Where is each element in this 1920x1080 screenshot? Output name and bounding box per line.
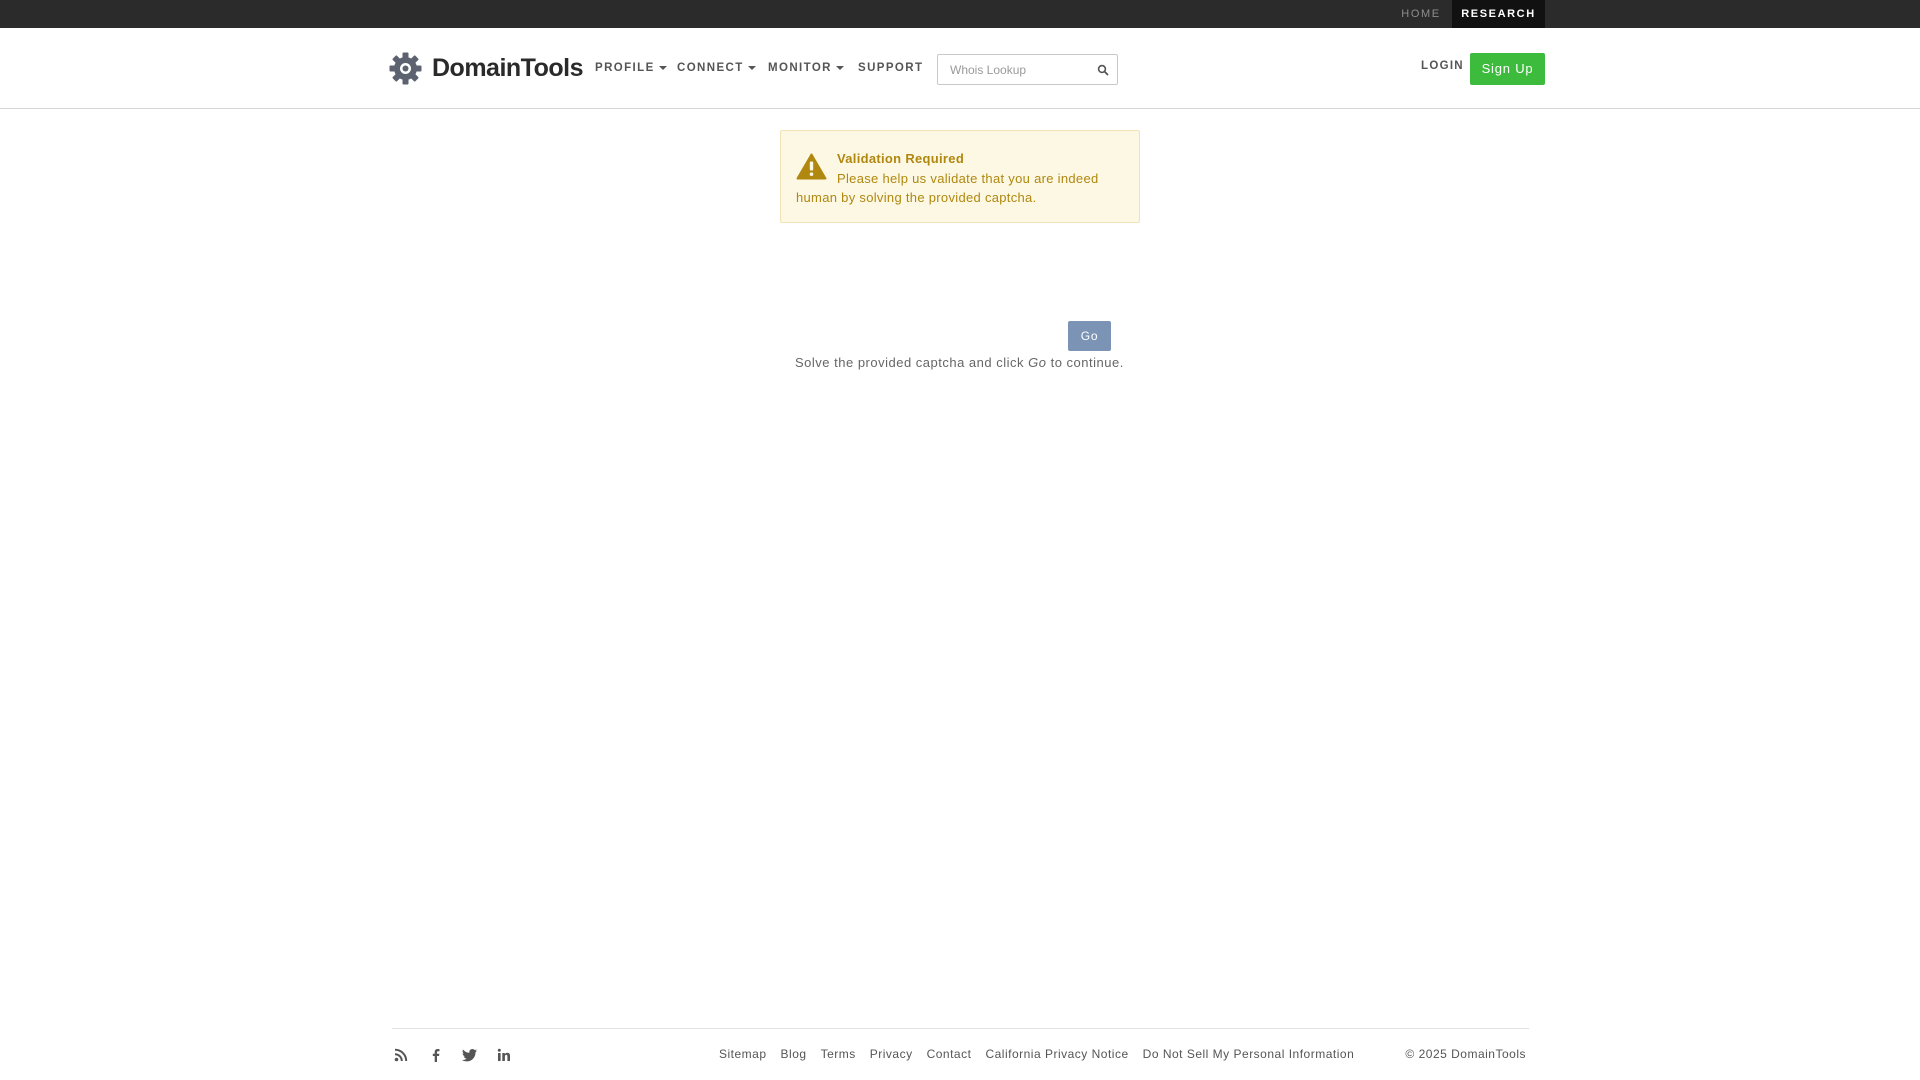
site-header: DomainTools PROFILE CONNECT MONITOR SUPP… xyxy=(0,28,1920,109)
validation-alert: Validation Required Please help us valid… xyxy=(780,130,1140,223)
captcha-note-end: to continue. xyxy=(1046,355,1124,370)
twitter-icon[interactable] xyxy=(462,1047,478,1063)
footer-link-sitemap[interactable]: Sitemap xyxy=(719,1047,767,1061)
captcha-note-start: Solve the provided captcha and click xyxy=(795,355,1029,370)
footer-link-contact[interactable]: Contact xyxy=(927,1047,972,1061)
rss-icon[interactable] xyxy=(393,1047,409,1063)
caret-down-icon xyxy=(835,66,844,70)
footer-link-blog[interactable]: Blog xyxy=(781,1047,807,1061)
domaintools-logo[interactable]: DomainTools xyxy=(389,50,583,86)
nav-connect[interactable]: CONNECT xyxy=(677,60,756,76)
whois-search-input[interactable] xyxy=(938,55,1088,84)
topbar-home-link[interactable]: HOME xyxy=(1390,0,1452,28)
footer-link-do-not-sell[interactable]: Do Not Sell My Personal Information xyxy=(1143,1047,1355,1061)
footer-links: Sitemap Blog Terms Privacy Contact Calif… xyxy=(719,1047,1368,1061)
nav-profile-label: PROFILE xyxy=(595,62,655,74)
linkedin-icon[interactable] xyxy=(496,1047,512,1063)
login-link[interactable]: LOGIN xyxy=(1421,60,1464,72)
whois-search xyxy=(937,54,1118,85)
copyright: © 2025 DomainTools xyxy=(1405,1047,1526,1061)
alert-title: Validation Required xyxy=(837,151,965,166)
site-footer: Sitemap Blog Terms Privacy Contact Calif… xyxy=(392,1028,1529,1080)
gear-logo-icon xyxy=(389,52,422,84)
nav-monitor[interactable]: MONITOR xyxy=(768,60,844,76)
alert-message: Please help us validate that you are ind… xyxy=(796,171,1099,205)
search-icon[interactable] xyxy=(1097,64,1109,76)
facebook-icon[interactable] xyxy=(428,1047,444,1063)
footer-link-privacy[interactable]: Privacy xyxy=(870,1047,913,1061)
captcha-note-go: Go xyxy=(1028,355,1047,370)
nav-profile[interactable]: PROFILE xyxy=(595,60,667,76)
nav-support-label: SUPPORT xyxy=(858,62,924,74)
go-button[interactable]: Go xyxy=(1068,321,1111,351)
topbar-research-link[interactable]: RESEARCH xyxy=(1452,0,1545,28)
captcha-instructions: Solve the provided captcha and click Go … xyxy=(795,355,1124,370)
logo-text: DomainTools xyxy=(432,53,583,82)
signup-button[interactable]: Sign Up xyxy=(1470,53,1545,85)
caret-down-icon xyxy=(747,66,756,70)
nav-support[interactable]: SUPPORT xyxy=(858,60,923,76)
nav-connect-label: CONNECT xyxy=(677,62,744,74)
caret-down-icon xyxy=(658,66,667,70)
footer-link-terms[interactable]: Terms xyxy=(821,1047,856,1061)
nav-monitor-label: MONITOR xyxy=(768,62,832,74)
footer-link-california-privacy[interactable]: California Privacy Notice xyxy=(985,1047,1128,1061)
top-bar: HOME RESEARCH xyxy=(0,0,1920,28)
